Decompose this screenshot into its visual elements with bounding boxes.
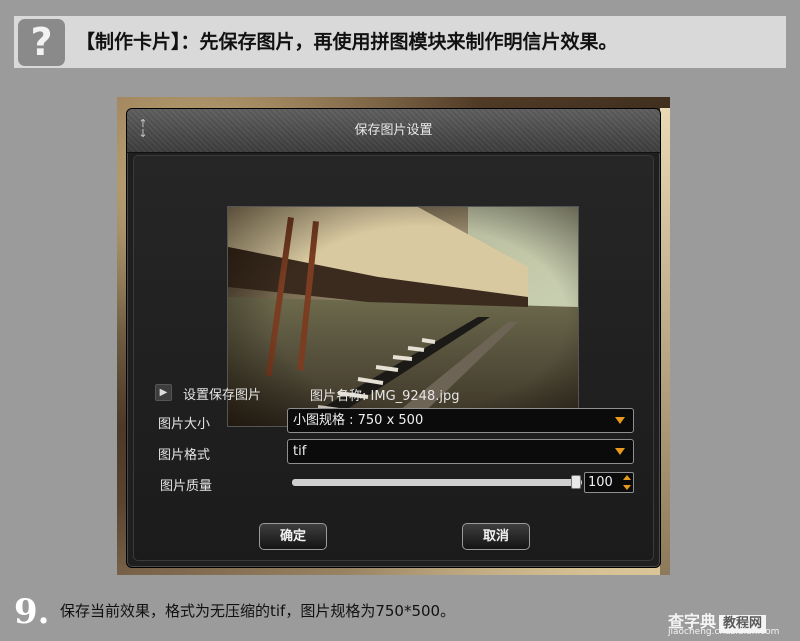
- settings-section-label: 设置保存图片: [183, 388, 262, 403]
- file-name-text: 图片名称: IMG_9248.jpg: [310, 389, 460, 404]
- header-banner: ? 【制作卡片】：先保存图片，再使用拼图模块来制作明信片效果。: [14, 16, 786, 68]
- expand-settings-button[interactable]: ▶: [155, 384, 172, 401]
- image-quality-label: 图片质量: [160, 479, 213, 494]
- quality-stepper[interactable]: 100: [584, 472, 634, 493]
- quality-slider[interactable]: [292, 475, 582, 489]
- stepper-arrows-icon[interactable]: [623, 475, 631, 490]
- dialog-titlebar[interactable]: ↑ ↓ 保存图片设置: [127, 109, 660, 153]
- dialog-content-panel: [133, 155, 654, 561]
- photo-backdrop-edge: [660, 108, 670, 575]
- header-title: 【制作卡片】：先保存图片，再使用拼图模块来制作明信片效果。: [76, 31, 618, 53]
- chevron-down-icon[interactable]: [615, 417, 625, 424]
- stepper-down-icon[interactable]: [623, 485, 631, 490]
- watermark-url: jiaocheng.chazidian.com: [668, 627, 780, 637]
- image-size-select[interactable]: 小图规格 : 750 x 500: [287, 408, 634, 433]
- step-number: 9.: [14, 592, 50, 632]
- quality-value[interactable]: 100: [588, 473, 613, 492]
- image-format-label: 图片格式: [158, 448, 211, 463]
- image-size-label: 图片大小: [158, 417, 211, 432]
- cancel-button[interactable]: 取消: [462, 523, 530, 550]
- confirm-button[interactable]: 确定: [259, 523, 327, 550]
- stepper-up-icon[interactable]: [623, 475, 631, 480]
- step-caption: 保存当前效果，格式为无压缩的tif，图片规格为750*500。: [60, 602, 456, 620]
- image-size-value: 小图规格 : 750 x 500: [293, 413, 424, 428]
- dialog-title: 保存图片设置: [354, 123, 433, 138]
- save-image-dialog: ↑ ↓ 保存图片设置: [126, 108, 661, 568]
- question-mark-icon: ?: [18, 19, 65, 66]
- image-format-value: tif: [293, 444, 307, 459]
- chevron-down-icon[interactable]: [615, 448, 625, 455]
- quality-slider-thumb[interactable]: [571, 475, 582, 489]
- image-format-select[interactable]: tif: [287, 439, 634, 464]
